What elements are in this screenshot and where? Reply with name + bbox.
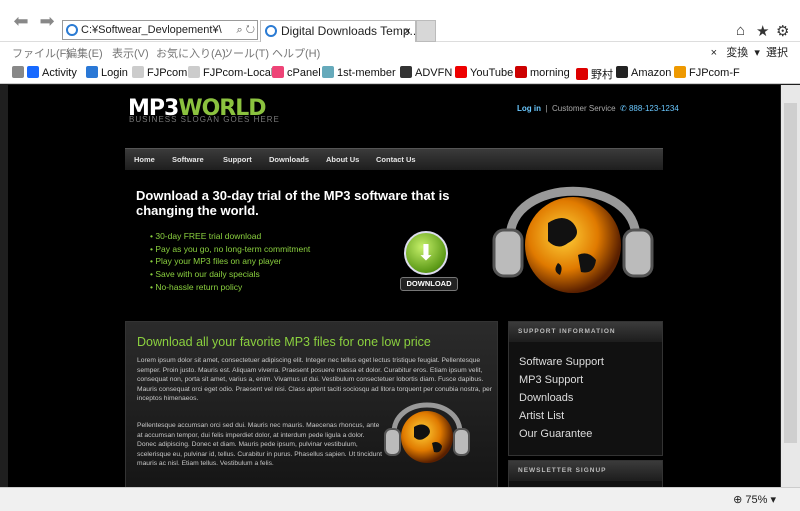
fav-morning[interactable]: morning (515, 66, 570, 79)
nav-support[interactable]: Support (223, 155, 252, 164)
fav-fjpcom[interactable]: FJPcom (132, 66, 187, 79)
newsletter-box: NEWSLETTER SIGNUP (508, 460, 663, 487)
toolbar-right: × 変換 ▾ 選択 (710, 47, 788, 59)
close-icon[interactable]: × (711, 47, 717, 59)
menu-help[interactable]: ヘルプ(H) (272, 45, 320, 61)
feature-item: Pay as you go, no long-term commitment (150, 243, 310, 256)
fav-amazon[interactable]: Amazon (616, 66, 671, 79)
support-link-software[interactable]: Software Support (519, 356, 604, 368)
zoom-icon: ⊕ (733, 494, 743, 506)
support-link-artist-list[interactable]: Artist List (519, 410, 564, 422)
menu-view[interactable]: 表示(V) (112, 45, 149, 61)
feature-item: 30-day FREE trial download (150, 230, 310, 243)
tab-close-icon[interactable]: × (404, 21, 411, 41)
support-link-mp3[interactable]: MP3 Support (519, 374, 583, 386)
headphones-globe-small-image (384, 402, 470, 463)
fav-youtube[interactable]: YouTube (455, 66, 513, 79)
phone-icon: ✆ (620, 104, 627, 113)
nav-contact-us[interactable]: Contact Us (376, 155, 416, 164)
tab-title: Digital Downloads Temp... (281, 24, 416, 38)
address-text: C:¥Softwear_Devlopement¥\ (81, 24, 222, 36)
home-icon[interactable]: ⌂ (736, 22, 745, 39)
menu-bar: ファイル(F) 編集(E) 表示(V) お気に入り(A) ツール(T) ヘルプ(… (0, 42, 800, 62)
fav-advfn[interactable]: ADVFN (400, 66, 452, 79)
down-arrow-icon: ⬇ (416, 240, 436, 265)
gear-icon[interactable]: ⚙ (776, 22, 789, 40)
select-button[interactable]: 選択 (766, 47, 788, 59)
star-icon[interactable]: ★ (756, 22, 769, 40)
phone-number: 888-123-1234 (628, 104, 679, 113)
nav-home[interactable]: Home (134, 155, 155, 164)
download-label: DOWNLOAD (400, 277, 458, 291)
top-links: Log in | Customer Service ✆ 888-123-1234 (517, 104, 679, 113)
newsletter-heading: NEWSLETTER SIGNUP (509, 461, 662, 481)
browser-titlebar: ⬅ ➡ C:¥Softwear_Devlopement¥\ ⌕ ↻ Digita… (0, 0, 800, 42)
web-page: MP3WORLD BUSINESS SLOGAN GOES HERE Log i… (8, 85, 780, 487)
scrollbar-thumb[interactable] (784, 103, 797, 443)
search-refresh-icon[interactable]: ⌕ ↻ (234, 21, 255, 39)
ie-icon (66, 24, 78, 36)
support-info-box: SUPPORT INFORMATION Software Support MP3… (508, 321, 663, 456)
menu-favorites[interactable]: お気に入り(A) (156, 45, 226, 61)
fav-fjpcom-local[interactable]: FJPcom-Local (188, 66, 273, 79)
fav-1st-member[interactable]: 1st-member (322, 66, 396, 79)
zoom-control[interactable]: ⊕ 75% ▾ (733, 493, 776, 506)
fav-activity[interactable]: Activity (12, 66, 77, 79)
favorites-bar: Activity Login FJPcom FJPcom-Local cPane… (0, 62, 800, 84)
nav-downloads[interactable]: Downloads (269, 155, 309, 164)
feature-item: Play your MP3 files on any player (150, 255, 310, 268)
fav-nomura[interactable]: 野村 (576, 66, 613, 82)
menu-file[interactable]: ファイル(F) (12, 45, 70, 61)
address-bar[interactable]: C:¥Softwear_Devlopement¥\ ⌕ ↻ (62, 20, 258, 40)
fav-fjpcom-f[interactable]: FJPcom-F (674, 66, 740, 79)
ie-icon (265, 25, 277, 37)
vertical-scrollbar[interactable] (781, 85, 800, 487)
body-paragraph: Pellentesque accumsan orci sed dui. Maur… (137, 422, 382, 468)
support-link-downloads[interactable]: Downloads (519, 392, 573, 404)
new-tab-button[interactable] (416, 20, 436, 42)
feature-item: No-hassle return policy (150, 281, 310, 294)
convert-button[interactable]: 変換 (726, 47, 748, 59)
tab-active[interactable]: Digital Downloads Temp... × (260, 20, 416, 42)
nav-about-us[interactable]: About Us (326, 155, 359, 164)
nav-software[interactable]: Software (172, 155, 204, 164)
feature-list: 30-day FREE trial download Pay as you go… (150, 230, 310, 294)
support-heading: SUPPORT INFORMATION (509, 322, 662, 342)
forward-arrow-icon[interactable]: ➡ (36, 10, 58, 32)
site-slogan: BUSINESS SLOGAN GOES HERE (129, 115, 280, 124)
customer-service-label: Customer Service (551, 104, 616, 113)
login-link[interactable]: Log in (517, 104, 541, 113)
hero-title: Download a 30-day trial of the MP3 softw… (136, 188, 450, 218)
back-arrow-icon[interactable]: ⬅ (10, 10, 32, 32)
feature-item: Save with our daily specials (150, 268, 310, 281)
support-link-guarantee[interactable]: Our Guarantee (519, 428, 592, 440)
browser-chrome: ⬅ ➡ C:¥Softwear_Devlopement¥\ ⌕ ↻ Digita… (0, 0, 800, 84)
headphones-globe-image (492, 186, 654, 293)
fav-login[interactable]: Login (86, 66, 128, 79)
status-bar: ⊕ 75% ▾ (0, 487, 800, 511)
download-button[interactable]: ⬇ DOWNLOAD (400, 231, 460, 293)
menu-tools[interactable]: ツール(T) (222, 45, 269, 61)
menu-edit[interactable]: 編集(E) (66, 45, 103, 61)
main-heading: Download all your favorite MP3 files for… (137, 335, 431, 349)
fav-cpanel[interactable]: cPanel (272, 66, 321, 79)
